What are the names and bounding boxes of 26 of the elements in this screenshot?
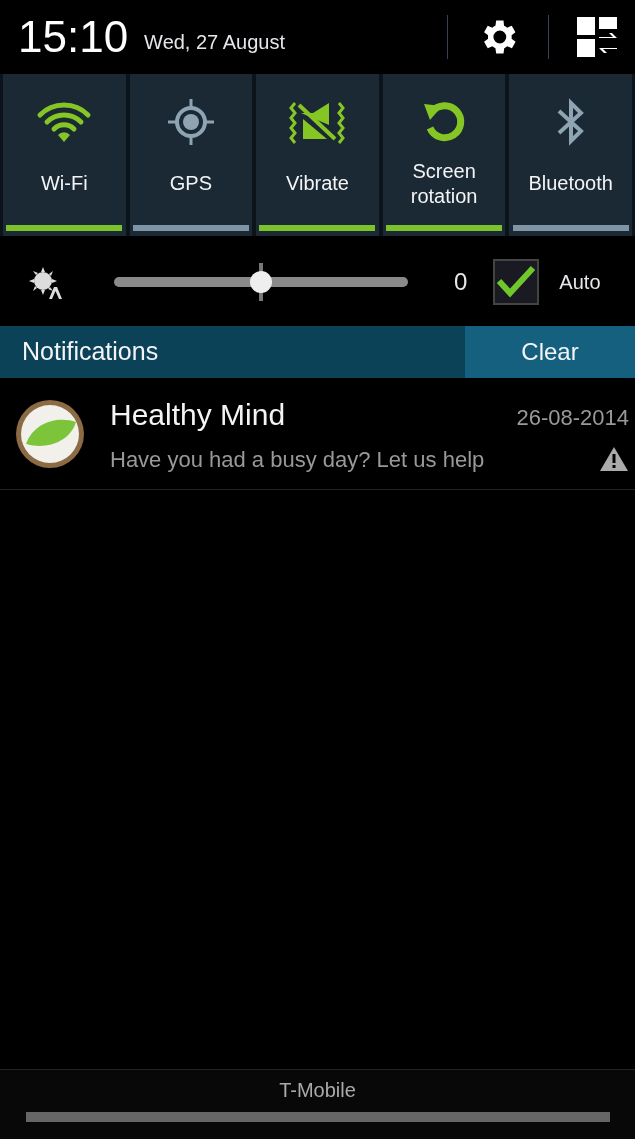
date-text: Wed, 27 August [144,30,285,55]
carrier-name: T-Mobile [279,1077,356,1103]
brightness-slider[interactable] [114,263,408,301]
notification-item[interactable]: Healthy Mind 26-08-2014 Have you had a busy day? Let us help [0,378,635,490]
leaf-app-icon [14,397,86,470]
warning-icon [599,446,629,472]
notifications-header: Notifications [0,326,465,378]
check-icon [496,265,537,299]
toggle-tile[interactable]: Screen rotation [382,74,506,236]
toggle-tile[interactable]: Vibrate [256,74,379,236]
auto-label: Auto [559,270,601,295]
toggle-tile[interactable]: Wi-Fi [3,74,126,236]
brightness-value: 0 [454,267,468,297]
crosshair-icon [165,97,216,147]
drag-handle[interactable] [25,1112,610,1122]
auto-checkbox[interactable] [493,259,540,305]
notification-text: Have you had a busy day? Let us help [110,445,485,474]
toggle-tile[interactable]: Bluetooth [509,74,632,236]
wifi-icon [36,100,93,144]
notification-time: 26-08-2014 [516,403,629,432]
toggle-tile[interactable]: GPS [129,74,253,236]
notification-title: Healthy Mind [110,396,286,433]
clock-time: 15:10 [18,15,129,59]
clear-button[interactable]: Clear [465,326,635,378]
grid-swap-icon[interactable] [575,15,619,59]
vibrate-icon [289,99,346,145]
